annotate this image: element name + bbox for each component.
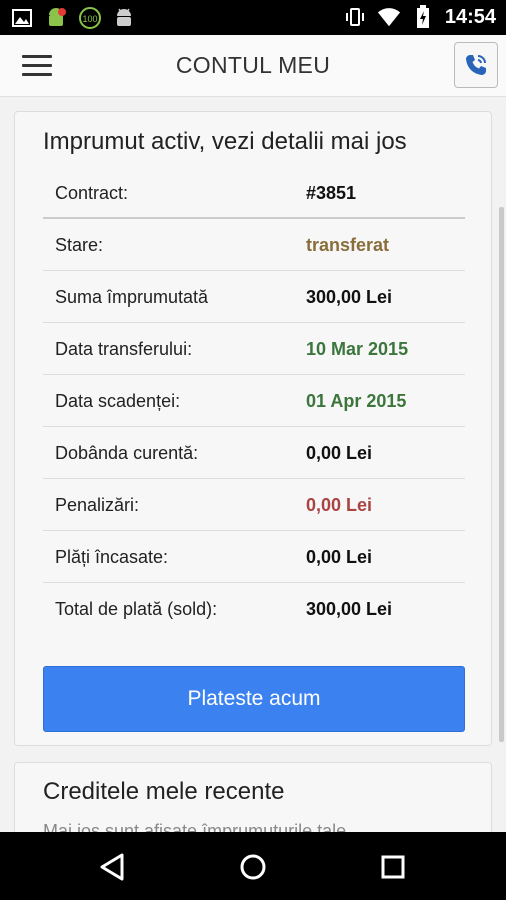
table-row: Stare: transferat (43, 219, 465, 271)
loan-details-table: Contract: #3851 Stare: transferat Suma î… (43, 167, 465, 635)
row-label: Penalizări: (55, 495, 140, 515)
row-label: Data scadenței: (55, 391, 181, 411)
image-icon (10, 6, 34, 30)
row-value: 0,00 Lei (306, 443, 373, 463)
row-label: Stare: (55, 235, 104, 255)
row-label: Dobânda curentă: (55, 443, 199, 463)
row-value: 300,00 Lei (306, 287, 393, 307)
row-value: 10 Mar 2015 (306, 339, 409, 359)
status-bar: 100 14:54 (0, 0, 506, 35)
recent-loans-card: Creditele mele recente Mai jos sunt afiș… (14, 762, 492, 832)
card-subtitle: Mai jos sunt afișate împrumuturile tale (43, 821, 347, 832)
call-button[interactable] (454, 42, 498, 88)
row-label: Contract: (55, 183, 129, 203)
status-value: transferat (306, 235, 390, 255)
table-row: Contract: #3851 (43, 167, 465, 219)
table-row: Data transferului: 10 Mar 2015 (43, 323, 465, 375)
pay-now-button[interactable]: Plateste acum (43, 666, 465, 732)
active-loan-card: Imprumut activ, vezi detalii mai jos Con… (14, 111, 492, 746)
page-title: CONTUL MEU (175, 52, 331, 78)
table-row: Dobânda curentă: 0,00 Lei (43, 427, 465, 479)
svg-text:100: 100 (82, 14, 97, 24)
table-row: Data scadenței: 01 Apr 2015 (43, 375, 465, 427)
clock: 14:54 (444, 5, 496, 28)
android-alert-icon (44, 6, 68, 30)
card-title: Imprumut activ, vezi detalii mai jos (43, 128, 407, 155)
battery-charging-icon (411, 5, 435, 29)
row-label: Data transferului: (55, 339, 193, 359)
scrollbar[interactable] (499, 207, 504, 742)
home-icon[interactable] (236, 850, 270, 884)
row-label: Total de plată (sold): (55, 599, 218, 619)
navigation-bar (0, 832, 506, 900)
phone-icon (466, 55, 486, 75)
row-label: Suma împrumutată (55, 287, 209, 307)
row-value: 0,00 Lei (306, 547, 373, 567)
row-value: 0,00 Lei (306, 495, 373, 515)
app-bar: CONTUL MEU (0, 35, 506, 97)
recents-icon[interactable] (376, 850, 410, 884)
android-icon (112, 6, 136, 30)
table-row: Plăți încasate: 0,00 Lei (43, 531, 465, 583)
table-row: Penalizări: 0,00 Lei (43, 479, 465, 531)
wifi-icon (377, 5, 401, 29)
table-row: Suma împrumutată 300,00 Lei (43, 271, 465, 323)
battery-100-icon: 100 (78, 6, 102, 30)
row-value: 01 Apr 2015 (306, 391, 407, 411)
row-value: #3851 (306, 183, 357, 203)
card-title: Creditele mele recente (43, 778, 285, 805)
vibrate-icon (343, 5, 367, 29)
row-value: 300,00 Lei (306, 599, 393, 619)
main-content: Imprumut activ, vezi detalii mai jos Con… (0, 97, 506, 832)
table-row: Total de plată (sold): 300,00 Lei (43, 583, 465, 635)
back-icon[interactable] (95, 850, 129, 884)
row-label: Plăți încasate: (55, 547, 169, 567)
